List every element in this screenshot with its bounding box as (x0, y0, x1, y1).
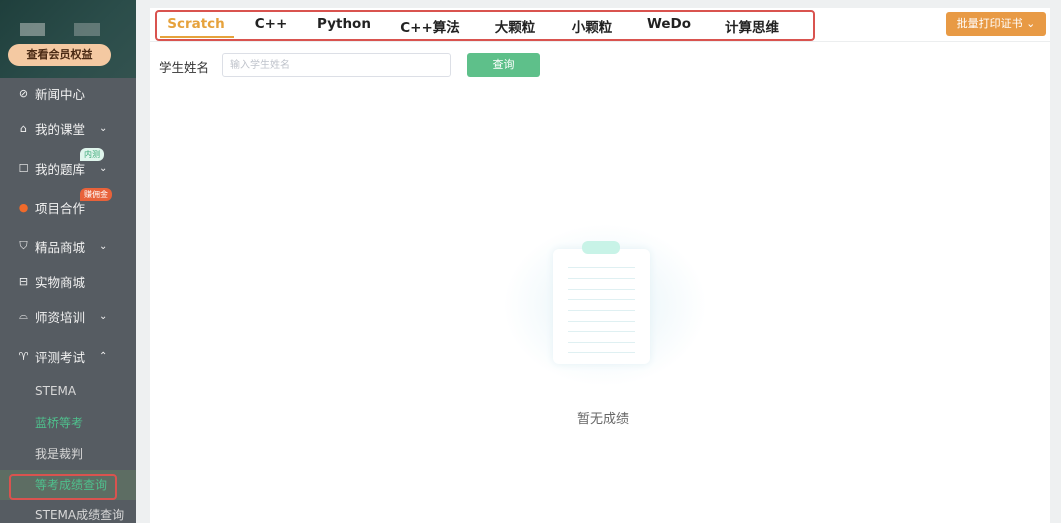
user-header: 查看会员权益 (0, 0, 136, 78)
chevron-down-icon: ⌄ (1026, 17, 1036, 30)
sub-item-stema[interactable]: STEMA (35, 384, 76, 398)
query-button[interactable]: 查询 (467, 53, 540, 77)
clipboard-line (568, 331, 635, 332)
trophy-icon: ♈ (18, 349, 29, 363)
avatar-blur (20, 23, 45, 36)
commission-badge: 赚佣金 (80, 188, 112, 201)
sidebar-item-project-cooperation[interactable]: ● 项目合作 (0, 189, 136, 225)
sidebar-item-assessment[interactable]: ♈ 评测考试 ⌃ (0, 338, 136, 374)
tab-small-bricks[interactable]: 小颗粒 (572, 16, 613, 36)
home-icon: ⌂ (20, 121, 27, 135)
sidebar-item-label: 项目合作 (35, 200, 86, 216)
sidebar-item-label: 评测考试 (35, 349, 86, 365)
sub-item-referee[interactable]: 我是裁判 (35, 445, 83, 462)
chevron-down-icon: ⌄ (99, 162, 108, 174)
sidebar-item-label: 师资培训 (35, 309, 86, 325)
clipboard-line (568, 352, 635, 353)
sidebar-item-physical-mall[interactable]: ⊟ 实物商城 (0, 263, 136, 299)
clipboard-line (568, 321, 635, 322)
tab-cpp[interactable]: C++ (255, 16, 288, 32)
chevron-down-icon: ⌄ (99, 310, 108, 322)
cart-icon: ⛉ (19, 239, 28, 252)
clipboard-line (568, 289, 635, 290)
student-name-input[interactable] (222, 53, 451, 77)
sidebar-item-label: 实物商城 (35, 274, 86, 290)
clipboard-line (568, 342, 635, 343)
sidebar-item-label: 我的题库 (35, 161, 86, 177)
sidebar-item-my-classroom[interactable]: ⌂ 我的课堂 ⌄ (0, 110, 136, 146)
highlight-box (9, 474, 117, 500)
tab-cpp-algorithm[interactable]: C++算法 (400, 16, 460, 36)
sidebar-item-news[interactable]: ⊘ 新闻中心 (0, 75, 136, 111)
sidebar-item-label: 新闻中心 (35, 86, 86, 102)
sub-item-stema-score-query[interactable]: STEMA成绩查询 (35, 506, 124, 523)
sidebar-item-label: 我的课堂 (35, 121, 86, 137)
sidebar-item-label: 精品商城 (35, 239, 86, 255)
empty-state: 暂无成绩 (0, 408, 1061, 427)
graduation-cap-icon: ⌓ (19, 309, 28, 322)
batch-print-certificates-button[interactable]: 批量打印证书 ⌄ (946, 12, 1046, 36)
view-member-benefits-button[interactable]: 查看会员权益 (8, 44, 111, 66)
tab-large-bricks[interactable]: 大颗粒 (495, 16, 536, 36)
compass-icon: ⊘ (18, 86, 29, 100)
clipboard-line (568, 299, 635, 300)
question-bank-icon: ☐ (18, 161, 29, 175)
empty-state-text: 暂无成绩 (576, 412, 629, 427)
tab-computational-thinking[interactable]: 计算思维 (725, 16, 779, 36)
sidebar-item-question-bank[interactable]: ☐ 我的题库 ⌄ (0, 150, 136, 186)
print-button-label: 批量打印证书 (956, 17, 1023, 30)
sidebar: 查看会员权益 ⊘ 新闻中心 ⌂ 我的课堂 ⌄ ☐ 我的题库 ⌄ 内测 ● 项目合作 赚佣金 … (0, 0, 136, 523)
clipboard-line (568, 310, 635, 311)
chevron-up-icon: ⌃ (99, 350, 108, 362)
username-blur (74, 23, 100, 36)
tab-scratch[interactable]: Scratch (167, 16, 225, 32)
clipboard-line (568, 267, 635, 268)
store-icon: ⊟ (18, 274, 29, 288)
sidebar-item-teacher-training[interactable]: ⌓ 师资培训 ⌄ (0, 298, 136, 334)
student-name-label: 学生姓名 (159, 60, 210, 75)
tab-wedo[interactable]: WeDo (647, 16, 691, 32)
sidebar-item-premium-mall[interactable]: ⛉ 精品商城 ⌄ (0, 228, 136, 264)
beta-badge: 内测 (80, 148, 104, 161)
tab-python[interactable]: Python (317, 16, 371, 32)
clipboard-clip (582, 241, 620, 254)
clipboard-line (568, 278, 635, 279)
fire-icon: ● (18, 200, 29, 214)
divider (150, 41, 1050, 42)
active-tab-underline (160, 36, 234, 38)
chevron-down-icon: ⌄ (99, 122, 108, 134)
chevron-down-icon: ⌄ (99, 240, 108, 252)
